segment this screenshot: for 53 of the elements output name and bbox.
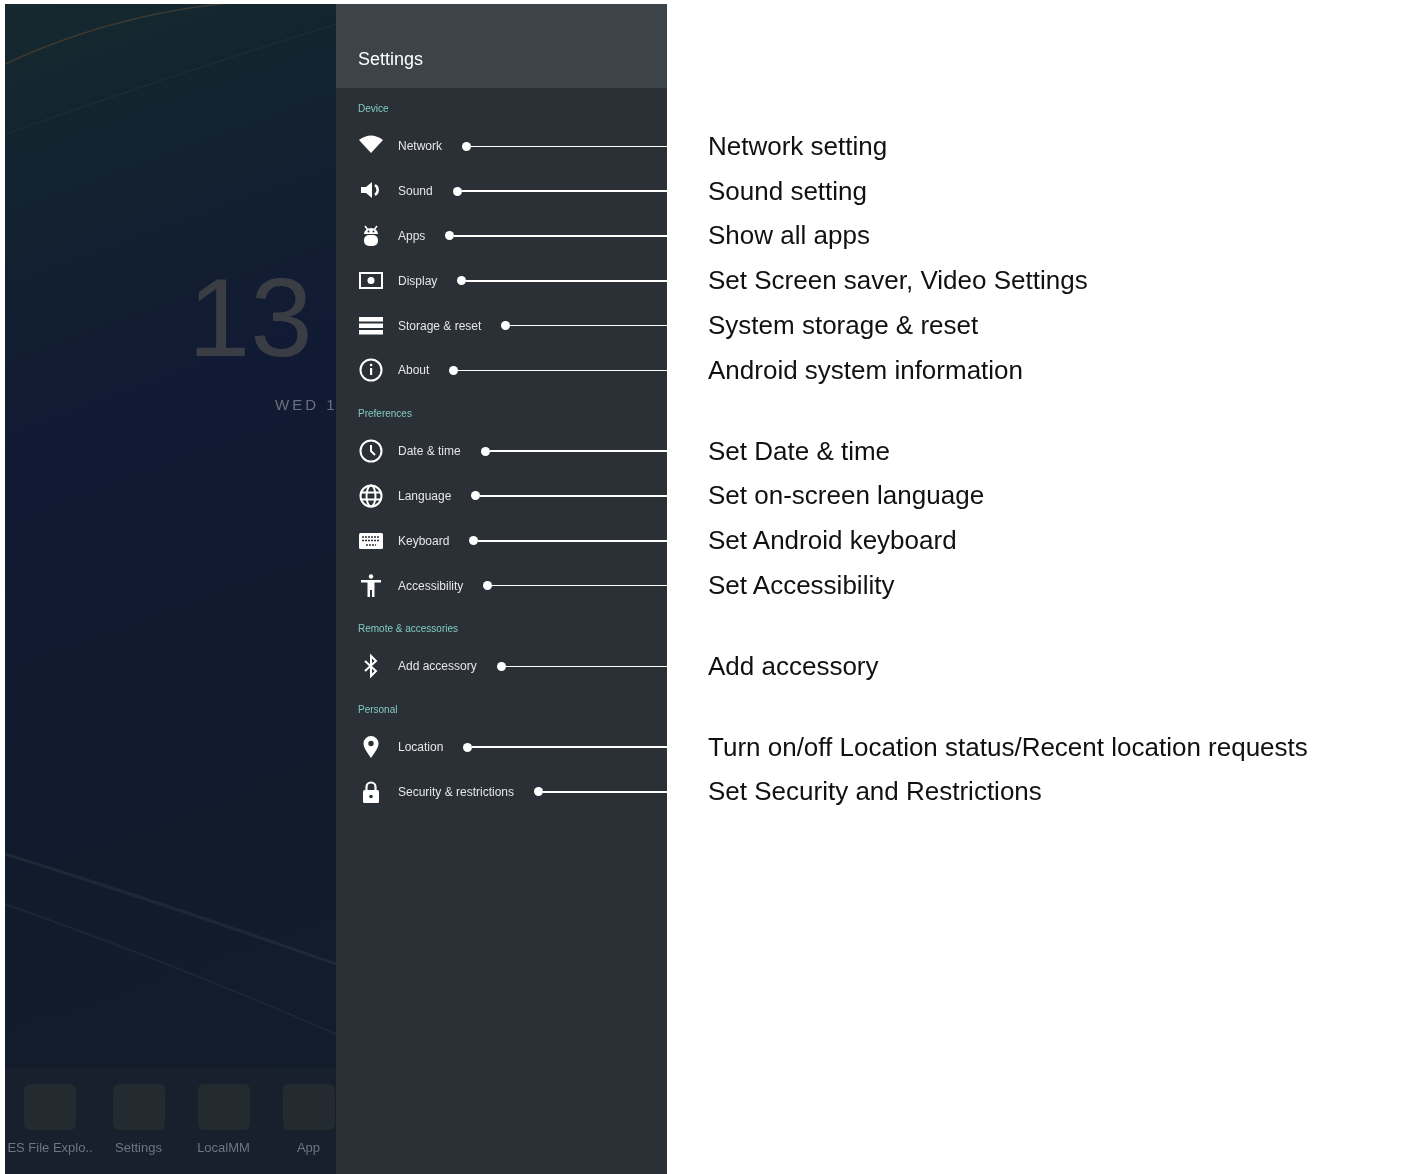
callout-text: Set Accessibility — [708, 570, 896, 602]
menu-item[interactable]: Display — [398, 273, 438, 288]
callout-text: System storage & reset — [708, 310, 980, 342]
callout-dot — [501, 321, 511, 331]
callout-text: Android system information — [708, 354, 1025, 386]
accessibility-icon — [358, 572, 384, 599]
callout-dot — [471, 491, 481, 501]
callout-text: Set on-screen language — [708, 480, 986, 512]
app-label[interactable]: Settings — [115, 1140, 162, 1155]
menu-item[interactable]: Accessibility — [398, 578, 464, 593]
callout-dot — [483, 581, 493, 591]
menu-item[interactable]: Language — [398, 488, 452, 503]
section-header: Personal — [358, 703, 398, 715]
menu-item[interactable]: Sound — [398, 184, 433, 199]
callout-dot — [469, 536, 479, 546]
app-label[interactable]: App — [296, 1140, 321, 1155]
callout-text: Add accessory — [708, 650, 880, 682]
menu-item[interactable]: Add accessory — [398, 659, 477, 674]
callout-dot — [457, 276, 467, 286]
callout-text: Sound setting — [708, 175, 868, 207]
menu-item[interactable]: Storage & reset — [398, 318, 482, 333]
callout-text: Set Screen saver, Video Settings — [708, 265, 1089, 297]
clock-icon — [358, 438, 384, 465]
settings-title: Settings — [358, 49, 424, 69]
section-header: Remote & accessories — [358, 622, 459, 634]
menu-item[interactable]: About — [398, 363, 430, 378]
callout-dot — [480, 446, 490, 456]
callout-dot — [463, 742, 473, 752]
callout-dot — [452, 186, 462, 196]
callout-dot — [449, 365, 459, 375]
menu-item[interactable]: Security & restrictions — [398, 784, 515, 799]
section-header: Preferences — [358, 407, 412, 419]
menu-item[interactable]: Apps — [398, 229, 426, 243]
section-header: Device — [358, 103, 389, 114]
callout-text: Set Security and Restrictions — [708, 776, 1043, 808]
callout-text: Set Date & time — [708, 435, 892, 467]
callout-dot — [462, 141, 471, 151]
callout-text: Turn on/off Location status/Recent location requests — [708, 731, 1309, 763]
callout-text: Show all apps — [708, 220, 871, 252]
callout-dot — [534, 787, 544, 797]
callout-text: Set Android keyboard — [708, 525, 958, 557]
app-label[interactable]: LocalMM — [197, 1140, 250, 1155]
menu-item[interactable]: Location — [398, 740, 444, 755]
menu-item[interactable]: Date & time — [398, 444, 461, 459]
globe-icon — [358, 482, 384, 509]
callout-dot — [445, 231, 455, 241]
info-icon — [358, 357, 384, 384]
menu-item[interactable]: Network — [398, 139, 442, 154]
clock-date: WED 1 — [275, 396, 336, 413]
menu-item[interactable]: Keyboard — [398, 533, 450, 548]
callout-dot — [496, 661, 506, 671]
callout-text: Network setting — [708, 130, 889, 162]
app-label[interactable]: ES File Explo.. — [7, 1140, 93, 1155]
